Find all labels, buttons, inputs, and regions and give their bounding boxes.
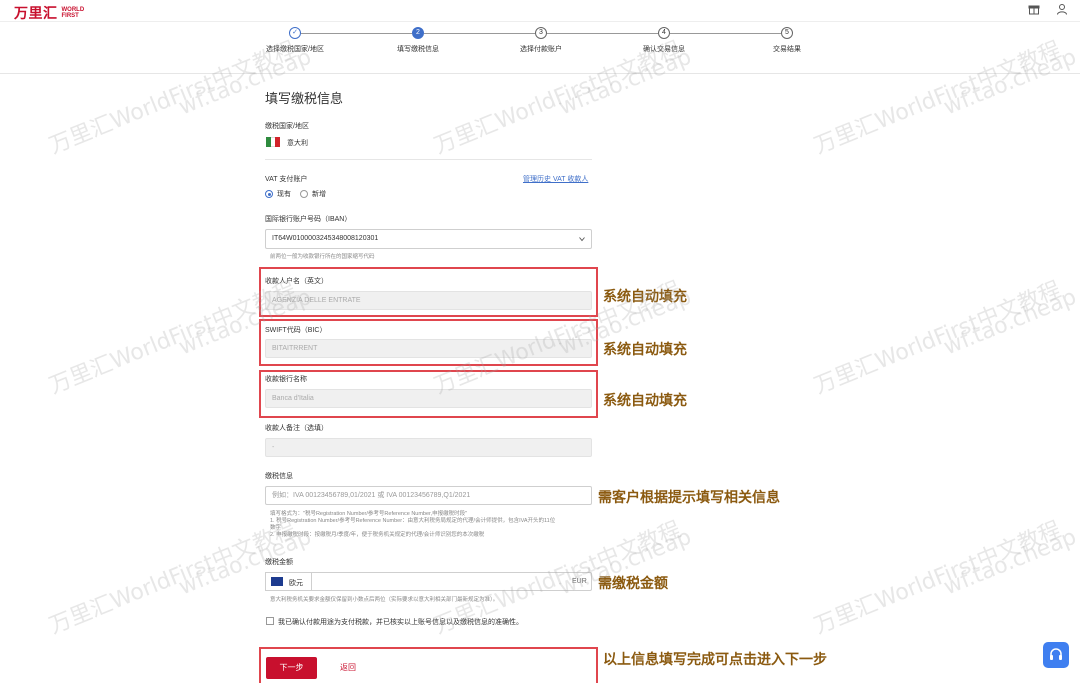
step-1-label: 选择缴税国家/地区 [266,46,324,53]
amount-label: 缴税金额 [265,559,293,566]
country-label: 缴税国家/地区 [265,123,309,130]
annotation-auto-fill-swift: 系统自动填充 [603,341,687,357]
page-title: 填写缴税信息 [265,91,344,106]
manage-payees-link[interactable]: 管理历史 VAT 收款人 [523,174,588,184]
tax-info-helper-2: 1. 税号Registration Number/参考号Reference Nu… [270,518,556,524]
amount-helper: 意大利税务机关要求金额仅保留到小数点后两位（实际要求以意大利相关部门最新规定为准… [270,597,499,603]
remark-field: - [265,438,592,457]
step-3-label: 选择付款账户 [520,46,562,53]
step-1: ✓ 选择缴税国家/地区 [240,27,350,55]
watermark-text: wf.tao.cheap [940,284,1080,361]
gift-icon[interactable] [1028,3,1040,15]
radio-new[interactable]: 新增 [300,189,326,199]
currency-name: 欧元 [289,580,303,587]
worldfirst-logo[interactable]: 万里汇 WORLD FIRST [14,3,84,23]
annotation-auto-fill-payee: 系统自动填充 [603,288,687,304]
top-icons [1028,3,1068,15]
step-1-circle: ✓ [289,27,301,39]
step-4-label: 确认交易信息 [643,46,685,53]
highlight-bank [259,370,598,418]
step-4: 4 确认交易信息 [609,27,719,55]
tax-info-input[interactable]: 例如：IVA 00123456789,01/2021 或 IVA 0012345… [265,486,592,505]
iban-select[interactable]: IT64W0100003245348008120301 [265,229,592,249]
logo-cn: 万里汇 [14,5,58,21]
step-5: 5 交易结果 [732,27,842,55]
progress-stepper: ✓ 选择缴税国家/地区 2 填写缴税信息 3 选择付款账户 4 确认交易信息 5… [0,22,1080,74]
step-4-circle: 4 [658,27,670,39]
radio-existing-label: 现有 [277,191,291,198]
confirm-text: 我已确认付款用途为支付税款，并已核实以上账号信息以及缴税信息的准确性。 [278,619,523,626]
step-5-label: 交易结果 [773,46,801,53]
watermark-text: wf.tao.cheap [940,524,1080,601]
vat-account-label: VAT 支付账户 [265,176,308,183]
radio-existing-dot[interactable] [265,190,273,198]
chevron-down-icon[interactable] [579,236,585,242]
radio-existing[interactable]: 现有 [265,189,291,199]
tax-info-helper-1: 填写格式为："税号Registration Number/参考号Referenc… [270,511,468,517]
highlight-next [259,647,598,683]
tax-info-label: 缴税信息 [265,473,293,480]
customer-service-button[interactable] [1043,642,1069,668]
highlight-payee [259,267,598,317]
radio-new-dot[interactable] [300,190,308,198]
eu-flag-icon [271,577,283,586]
country-value: 意大利 [287,140,308,147]
amount-input[interactable] [265,572,592,591]
logo-en-2: FIRST [61,13,79,19]
watermark-text: 万里汇WorldFirst中文教程 [810,517,1065,640]
step-2-circle: 2 [412,27,424,39]
iban-value: IT64W0100003245348008120301 [272,235,379,242]
remark-value: - [272,444,275,451]
logo-en: WORLD FIRST [62,7,85,19]
step-5-circle: 5 [781,27,793,39]
headset-icon [1050,648,1062,660]
tax-info-placeholder: 例如：IVA 00123456789,01/2021 或 IVA 0012345… [272,492,471,499]
radio-new-label: 新增 [312,191,326,198]
user-icon[interactable] [1056,3,1068,15]
top-bar: 万里汇 WORLD FIRST [0,0,1080,22]
remark-label: 收款人备注（选填） [265,425,328,432]
watermark-text: 万里汇WorldFirst中文教程 [45,517,300,640]
step-3-circle: 3 [535,27,547,39]
step-2-label: 填写缴税信息 [397,46,439,53]
step-3: 3 选择付款账户 [486,27,596,55]
highlight-swift [259,319,598,366]
watermark-text: 万里汇WorldFirst中文教程 [810,277,1065,400]
italy-flag-icon [266,137,281,147]
tax-info-helper-3: 数字 [270,525,282,531]
annotation-amount: 需缴税金额 [598,575,668,591]
confirm-checkbox[interactable] [266,617,274,625]
iban-helper: 前两位一般为收款银行所在的国家缩写代码 [270,254,375,260]
tax-info-helper-4: 2. 申报缴税时段：按缴税月/季度/年，便于税务机关规定的代理/会计师识别您的本… [270,532,485,538]
iban-label: 国际银行账户号码（IBAN） [265,216,352,223]
annotation-next-step: 以上信息填写完成可点击进入下一步 [603,651,827,667]
step-2: 2 填写缴税信息 [363,27,473,55]
currency-code: EUR [572,578,587,585]
annotation-tax-info: 需客户根据提示填写相关信息 [598,489,780,505]
annotation-auto-fill-bank: 系统自动填充 [603,392,687,408]
divider [265,159,592,160]
